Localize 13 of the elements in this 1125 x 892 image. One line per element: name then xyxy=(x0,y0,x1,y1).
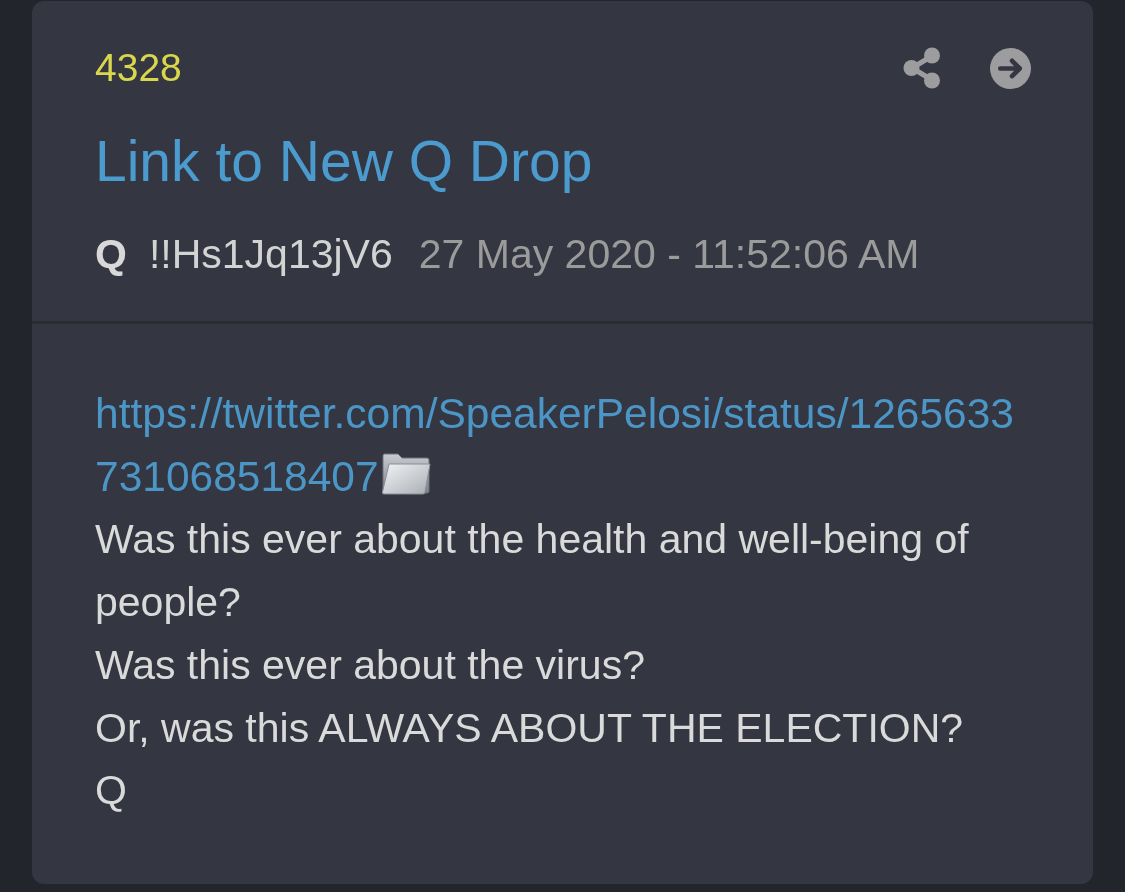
arrow-circle-icon[interactable] xyxy=(990,47,1031,89)
post-text-line: Was this ever about the virus? xyxy=(95,640,646,690)
post-title: Link to New Q Drop xyxy=(95,128,594,195)
author-name: Q xyxy=(95,230,127,279)
tripcode: !!Hs1Jq13jV6 xyxy=(148,230,393,279)
post-text-line: Q xyxy=(95,766,128,816)
post-number: 4328 xyxy=(95,46,182,90)
post-text-line: Was this ever about the health and well-being of people? xyxy=(95,515,970,628)
folder-icon xyxy=(380,450,431,495)
post-text-line: Or, was this ALWAYS ABOUT THE ELECTION? xyxy=(95,703,965,753)
tweet-link[interactable]: https://twitter.com/SpeakerPelosi/status/1265633731068518407 xyxy=(95,383,1025,509)
share-icon[interactable] xyxy=(903,47,941,89)
post-timestamp: 27 May 2020 - 11:52:06 AM xyxy=(418,230,920,279)
